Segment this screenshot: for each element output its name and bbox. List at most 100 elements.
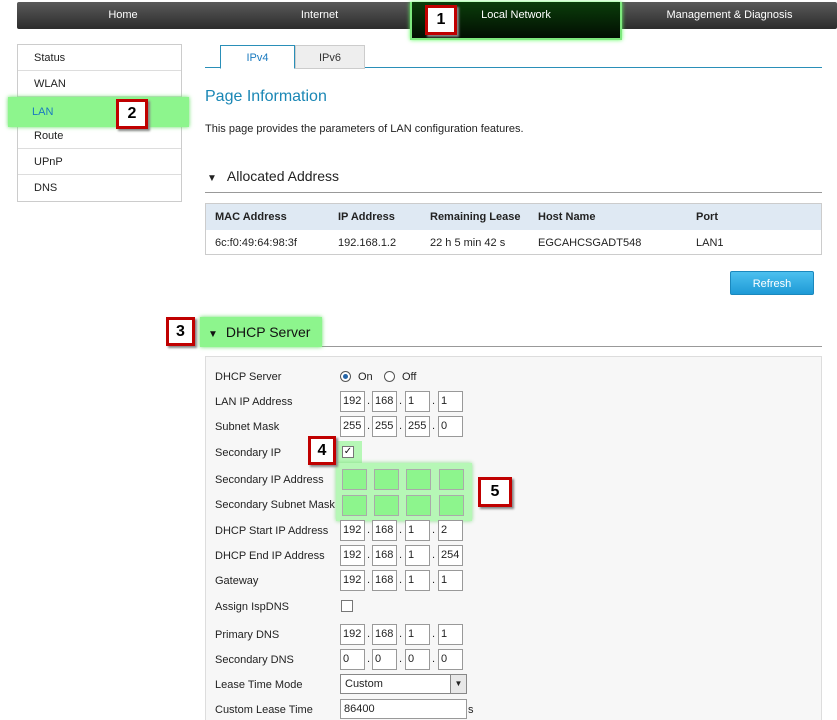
page-title: Page Information	[205, 88, 327, 105]
label-secondary-subnet-mask: Secondary Subnet Mask	[215, 499, 335, 511]
ip-version-tabs: IPv4 IPv6	[205, 45, 822, 69]
label-dhcp-start: DHCP Start IP Address	[215, 525, 329, 537]
label-subnet-mask: Subnet Mask	[215, 421, 280, 433]
sdns-octet-4[interactable]: 0	[438, 649, 463, 670]
callout-5: 5	[478, 477, 512, 507]
dhcp-off-radio[interactable]	[384, 371, 395, 382]
col-lease: Remaining Lease	[430, 211, 521, 223]
sidebar-item-dns[interactable]: DNS	[18, 175, 181, 201]
pdns-octet-1[interactable]: 192	[340, 624, 365, 645]
assign-ispdns-checkbox[interactable]	[341, 600, 353, 612]
col-ip: IP Address	[338, 211, 395, 223]
nav-home[interactable]: Home	[17, 2, 229, 29]
gateway-octet-1[interactable]: 192	[340, 570, 365, 591]
label-dhcp-end: DHCP End IP Address	[215, 550, 325, 562]
secondary-mask-octet-4[interactable]	[439, 495, 464, 516]
cell-mac: 6c:f0:49:64:98:3f	[215, 236, 297, 249]
page-description: This page provides the parameters of LAN…	[205, 123, 524, 135]
lan-ip-octet-2[interactable]: 168	[372, 391, 397, 412]
sdns-octet-2[interactable]: 0	[372, 649, 397, 670]
secondary-mask-octet-3[interactable]	[406, 495, 431, 516]
lan-ip-octet-3[interactable]: 1	[405, 391, 430, 412]
sdns-octet-1[interactable]: 0	[340, 649, 365, 670]
table-header: MAC Address IP Address Remaining Lease H…	[206, 204, 821, 230]
callout-3: 3	[166, 317, 195, 346]
tab-ipv4[interactable]: IPv4	[220, 45, 295, 69]
callout-2: 2	[116, 99, 148, 129]
label-secondary-dns: Secondary DNS	[215, 654, 294, 666]
gateway-octet-2[interactable]: 168	[372, 570, 397, 591]
allocated-address-header[interactable]: ▼ Allocated Address	[205, 168, 822, 193]
label-lan-ip: LAN IP Address	[215, 396, 293, 408]
mask-octet-4[interactable]: 0	[438, 416, 463, 437]
dhcp-off-label: Off	[402, 371, 417, 383]
secondary-ip-octet-3[interactable]	[406, 469, 431, 490]
label-secondary-ip: Secondary IP	[215, 447, 282, 459]
mask-octet-2[interactable]: 255	[372, 416, 397, 437]
lease-time-mode-value: Custom	[345, 678, 383, 690]
allocated-address-title: Allocated Address	[226, 168, 339, 184]
callout-1: 1	[425, 5, 457, 35]
col-host: Host Name	[538, 211, 596, 223]
start-octet-4[interactable]: 2	[438, 520, 463, 541]
secondary-ip-checkbox[interactable]: ✓	[342, 446, 354, 458]
sidebar-item-wlan[interactable]: WLAN	[18, 71, 181, 97]
end-octet-1[interactable]: 192	[340, 545, 365, 566]
nav-internet[interactable]: Internet	[229, 2, 410, 29]
collapse-triangle-icon: ▼	[207, 173, 217, 184]
secondary-mask-octet-1[interactable]	[342, 495, 367, 516]
end-octet-3[interactable]: 1	[405, 545, 430, 566]
dhcp-on-radio[interactable]	[340, 371, 351, 382]
secondary-ip-octet-1[interactable]	[342, 469, 367, 490]
gateway-octet-3[interactable]: 1	[405, 570, 430, 591]
dhcp-on-label: On	[358, 371, 373, 383]
mask-octet-1[interactable]: 255	[340, 416, 365, 437]
dhcp-server-header[interactable]: ▼ DHCP Server	[200, 317, 322, 347]
table-row: 6c:f0:49:64:98:3f 192.168.1.2 22 h 5 min…	[206, 230, 821, 255]
mask-octet-3[interactable]: 255	[405, 416, 430, 437]
refresh-button[interactable]: Refresh	[730, 271, 814, 295]
label-dhcp-server: DHCP Server	[215, 371, 282, 383]
start-octet-3[interactable]: 1	[405, 520, 430, 541]
label-gateway: Gateway	[215, 575, 259, 587]
collapse-triangle-icon: ▼	[208, 329, 218, 340]
nav-management-diagnosis[interactable]: Management & Diagnosis	[622, 2, 837, 29]
col-mac: MAC Address	[215, 211, 287, 223]
label-primary-dns: Primary DNS	[215, 629, 280, 641]
end-octet-4[interactable]: 254	[438, 545, 463, 566]
pdns-octet-2[interactable]: 168	[372, 624, 397, 645]
lease-time-unit: s	[468, 704, 474, 716]
cell-lease: 22 h 5 min 42 s	[430, 236, 506, 249]
sidebar-item-status[interactable]: Status	[18, 45, 181, 71]
lan-ip-octet-4[interactable]: 1	[438, 391, 463, 412]
sdns-octet-3[interactable]: 0	[405, 649, 430, 670]
lease-time-mode-select[interactable]: Custom ▼	[340, 674, 467, 694]
label-custom-lease-time: Custom Lease Time	[215, 704, 313, 716]
lan-ip-octet-1[interactable]: 192	[340, 391, 365, 412]
end-octet-2[interactable]: 168	[372, 545, 397, 566]
start-octet-2[interactable]: 168	[372, 520, 397, 541]
secondary-ip-octet-4[interactable]	[439, 469, 464, 490]
gateway-octet-4[interactable]: 1	[438, 570, 463, 591]
dhcp-form-panel	[205, 356, 822, 720]
sidebar-item-upnp[interactable]: UPnP	[18, 149, 181, 175]
start-octet-1[interactable]: 192	[340, 520, 365, 541]
label-secondary-ip-address: Secondary IP Address	[215, 474, 324, 486]
dhcp-server-title: DHCP Server	[225, 324, 311, 340]
cell-host: EGCAHCSGADT548	[538, 236, 642, 249]
pdns-octet-3[interactable]: 1	[405, 624, 430, 645]
callout-4: 4	[308, 436, 336, 465]
secondary-ip-octet-2[interactable]	[374, 469, 399, 490]
col-port: Port	[696, 211, 718, 223]
allocated-address-table: MAC Address IP Address Remaining Lease H…	[205, 203, 822, 255]
custom-lease-time-input[interactable]: 86400	[340, 699, 467, 719]
label-assign-ispdns: Assign IspDNS	[215, 601, 289, 613]
tab-ipv6[interactable]: IPv6	[295, 45, 365, 69]
cell-ip: 192.168.1.2	[338, 236, 397, 249]
pdns-octet-4[interactable]: 1	[438, 624, 463, 645]
secondary-mask-octet-2[interactable]	[374, 495, 399, 516]
cell-port: LAN1	[696, 236, 724, 249]
label-lease-time-mode: Lease Time Mode	[215, 679, 303, 691]
chevron-down-icon[interactable]: ▼	[450, 675, 466, 693]
sidebar-item-lan[interactable]: LAN	[8, 97, 189, 127]
